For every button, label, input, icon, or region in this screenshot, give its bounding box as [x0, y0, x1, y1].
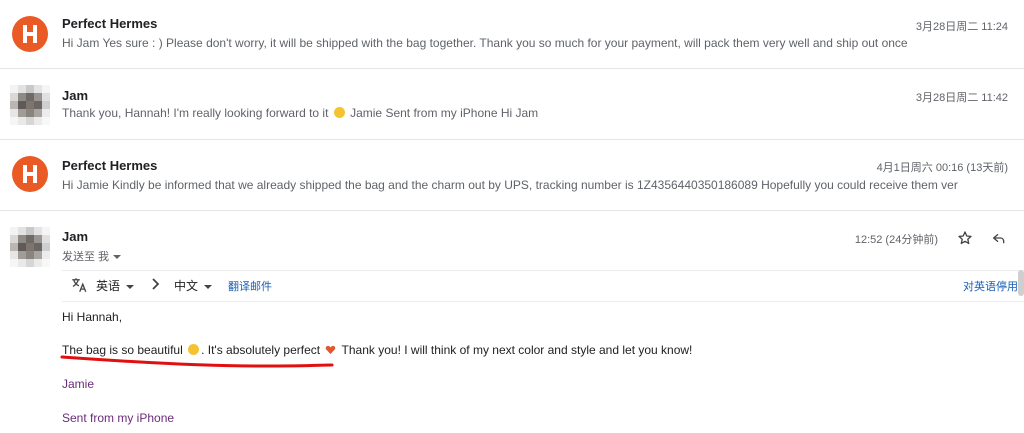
message-date: 12:52 (24分钟前)	[854, 234, 938, 246]
avatar	[10, 85, 50, 125]
sender-name: Jam	[62, 229, 89, 244]
message-snippet: Hi Jam Yes sure : ) Please don't worry, …	[62, 36, 908, 50]
signature-name: Jamie	[62, 377, 95, 391]
sender-name: Perfect Hermes	[62, 16, 158, 31]
reply-button[interactable]	[987, 226, 1011, 250]
signature-sent-line: Sent from my iPhone	[62, 411, 175, 425]
caret-down-icon	[126, 284, 135, 289]
reply-icon	[993, 234, 1005, 244]
target-language-select[interactable]: 中文	[174, 277, 213, 294]
open-message: Jam 发送至 我 12:52 (24分钟前)	[0, 211, 1024, 433]
sender-name: Jam	[62, 88, 89, 103]
hugging-emoji-icon	[333, 107, 345, 118]
source-language-label: 英语	[96, 279, 121, 293]
message-date: 3月28日周二 11:42	[915, 92, 1008, 104]
avatar	[10, 227, 50, 267]
message-date: 3月28日周二 11:24	[915, 21, 1008, 33]
message-date: 4月1日周六 00:16 (13天前)	[876, 162, 1008, 174]
collapsed-message[interactable]: Perfect Hermes Hi Jam Yes sure : ) Pleas…	[0, 0, 1024, 68]
snippet-text: Thank you, Hannah! I'm really looking fo…	[62, 106, 332, 120]
greeting: Hi Hannah,	[62, 310, 123, 324]
translate-message-link[interactable]: 翻译邮件	[228, 278, 272, 294]
chevron-right-icon	[150, 276, 162, 295]
avatar	[12, 16, 48, 52]
source-language-select[interactable]: 英语	[96, 277, 135, 294]
to-line-text: 发送至 我	[62, 251, 110, 263]
disable-translation-link[interactable]: 对英语停用	[963, 278, 1018, 294]
body-text: Thank you! I will think of my next color…	[338, 343, 693, 357]
avatar	[12, 156, 48, 192]
target-language-label: 中文	[174, 279, 199, 293]
collapsed-message[interactable]: Perfect Hermes Hi Jamie Kindly be inform…	[0, 140, 1024, 210]
red-underline-annotation	[60, 355, 334, 368]
message-snippet: Thank you, Hannah! I'm really looking fo…	[62, 106, 538, 120]
recipient-toggle[interactable]: 发送至 我	[62, 248, 122, 264]
scrollbar[interactable]	[1018, 270, 1024, 296]
snippet-text: Jamie Sent from my iPhone Hi Jam	[346, 106, 539, 120]
translate-bar: 英语 中文 翻译邮件 对英语停用	[62, 270, 1024, 302]
message-snippet: Hi Jamie Kindly be informed that we alre…	[62, 178, 958, 192]
sender-name: Perfect Hermes	[62, 158, 158, 173]
collapsed-message[interactable]: Jam Thank you, Hannah! I'm really lookin…	[0, 69, 1024, 139]
star-button[interactable]	[953, 226, 977, 250]
translate-icon	[70, 276, 88, 297]
star-icon	[958, 231, 972, 245]
caret-down-icon	[113, 255, 122, 260]
caret-down-icon	[204, 284, 213, 289]
